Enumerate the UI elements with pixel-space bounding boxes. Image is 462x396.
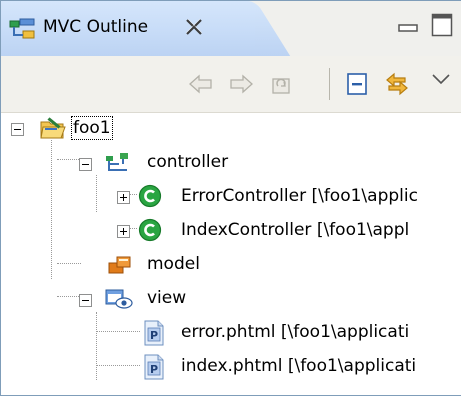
svg-text:P: P xyxy=(150,329,158,342)
controller-folder-icon xyxy=(106,153,128,171)
tree-item-label: model xyxy=(147,254,200,274)
php-file-icon: P xyxy=(144,320,164,346)
close-icon[interactable] xyxy=(183,16,205,38)
tree-item-index-phtml[interactable]: P index.phtml [\foo1\applicati xyxy=(1,351,461,385)
tree-item-label: view xyxy=(147,288,187,308)
maximize-icon[interactable] xyxy=(431,13,453,37)
tab-title: MVC Outline xyxy=(43,17,149,37)
collapse-toggle[interactable] xyxy=(79,158,92,171)
toolbar-separator xyxy=(329,68,330,100)
class-icon xyxy=(138,184,162,208)
svg-text:P: P xyxy=(150,363,158,376)
forward-arrow-icon[interactable] xyxy=(227,70,255,98)
mvc-outline-view-icon xyxy=(9,18,35,39)
tree-item-label: error.phtml [\foo1\applicati xyxy=(181,322,410,342)
view-menu-chevron-icon[interactable] xyxy=(427,66,455,94)
tab-mvc-outline[interactable]: MVC Outline xyxy=(1,1,255,56)
back-arrow-icon[interactable] xyxy=(187,70,215,98)
tree-item-view[interactable]: view xyxy=(1,283,461,317)
tree-item-index-controller[interactable]: IndexController [\foo1\appl xyxy=(1,215,461,249)
php-file-icon: P xyxy=(144,354,164,380)
project-folder-icon xyxy=(40,117,66,139)
home-icon[interactable] xyxy=(267,70,295,98)
tree-item-label: ErrorController [\foo1\applic xyxy=(181,186,418,206)
tree-item-label: foo1 xyxy=(71,116,113,140)
collapse-toggle[interactable] xyxy=(79,294,92,307)
view-toolbar xyxy=(1,56,461,113)
view-tab-bar: MVC Outline xyxy=(1,1,461,56)
tree-item-error-controller[interactable]: ErrorController [\foo1\applic xyxy=(1,181,461,215)
mvc-outline-tree: foo1 controller ErrorController [\foo1\a… xyxy=(1,113,461,395)
tree-item-controller[interactable]: controller xyxy=(1,147,461,181)
tree-item-label: index.phtml [\foo1\applicati xyxy=(181,356,417,376)
collapse-toggle[interactable] xyxy=(11,123,24,136)
link-with-editor-icon[interactable] xyxy=(383,70,411,98)
view-folder-icon xyxy=(105,289,133,309)
collapse-all-icon[interactable] xyxy=(343,70,371,98)
class-icon xyxy=(138,218,162,242)
tree-item-model[interactable]: model xyxy=(1,249,461,283)
tree-item-foo1[interactable]: foo1 xyxy=(1,113,461,147)
model-folder-icon xyxy=(108,256,131,274)
minimize-icon[interactable] xyxy=(398,21,418,35)
mvc-outline-view: MVC Outline foo1 controller ErrorControl… xyxy=(0,0,461,396)
tree-item-error-phtml[interactable]: P error.phtml [\foo1\applicati xyxy=(1,317,461,351)
expand-toggle[interactable] xyxy=(117,225,130,238)
tree-item-label: IndexController [\foo1\appl xyxy=(181,220,410,240)
tree-item-label: controller xyxy=(147,152,229,172)
expand-toggle[interactable] xyxy=(117,191,130,204)
